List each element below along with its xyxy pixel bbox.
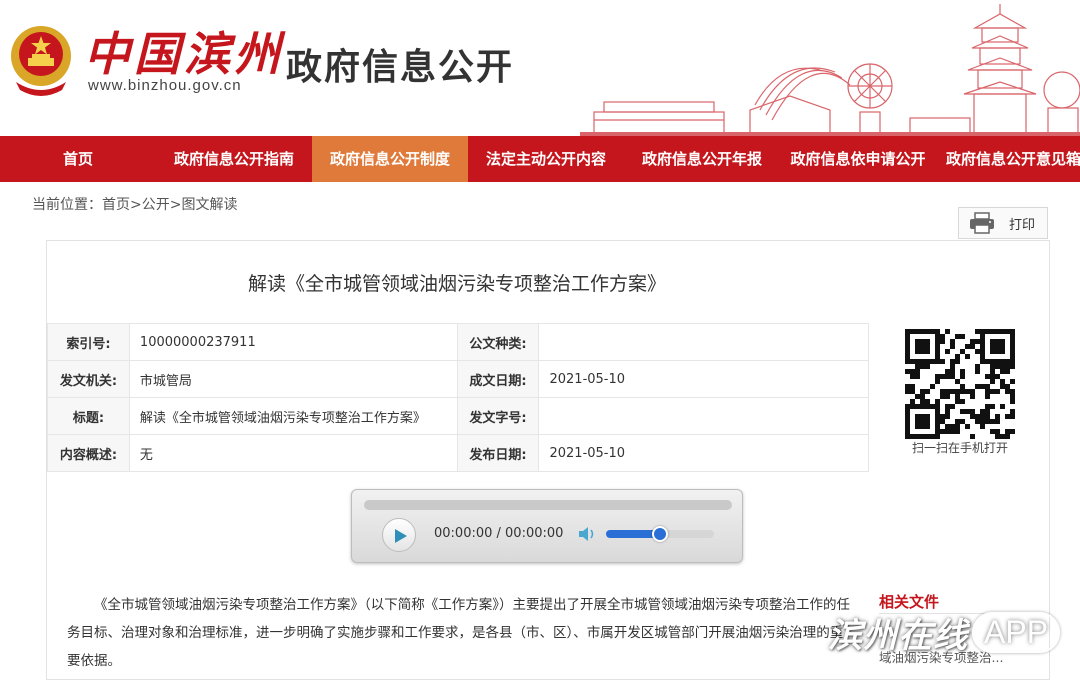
table-row: 标题: 解读《全市城管领域油烟污染专项整治工作方案》 发文字号:: [47, 397, 869, 435]
article-body: 《全市城管领域油烟污染专项整治工作方案》（以下简称《工作方案》）主要提出了开展全…: [67, 597, 850, 669]
meta-key-index: 索引号:: [47, 323, 130, 361]
meta-value-index: 10000000237911: [128, 323, 458, 361]
table-row: 索引号: 10000000237911 公文种类:: [47, 323, 869, 361]
play-icon: [395, 529, 407, 543]
print-button[interactable]: 打印: [958, 207, 1048, 239]
nav-feedback[interactable]: 政府信息公开意见箱: [936, 136, 1080, 182]
table-row: 内容概述: 无 发布日期: 2021-05-10: [47, 434, 869, 472]
volume-knob[interactable]: [652, 526, 668, 542]
breadcrumb-separator: >: [169, 197, 182, 213]
watermark-app: APP: [972, 611, 1061, 653]
watermark-text: 滨州在线: [828, 615, 968, 656]
meta-key-written-date: 成文日期:: [456, 360, 540, 398]
site-logo-text[interactable]: 中国滨州: [84, 18, 284, 84]
breadcrumb-home[interactable]: 首页: [102, 197, 130, 213]
nav-home[interactable]: 首页: [0, 136, 156, 182]
meta-value-publish-date: 2021-05-10: [538, 434, 869, 472]
document-meta-table: 索引号: 10000000237911 公文种类: 发文机关: 市城管局 成文日…: [47, 323, 869, 472]
national-emblem-icon: [11, 26, 71, 96]
nav-statutory-content[interactable]: 法定主动公开内容: [468, 136, 624, 182]
meta-value-doc-type: [538, 323, 869, 361]
audio-player: 00:00:00 / 00:00:00: [351, 489, 743, 563]
breadcrumb: 当前位置：首页>公开>图文解读: [32, 194, 237, 214]
breadcrumb-prefix: 当前位置：: [32, 197, 102, 213]
qr-code-icon: [905, 329, 1015, 439]
meta-key-summary: 内容概述:: [47, 434, 130, 472]
nav-annual-report[interactable]: 政府信息公开年报: [624, 136, 780, 182]
main-nav: 首页 政府信息公开指南 政府信息公开制度 法定主动公开内容 政府信息公开年报 政…: [0, 136, 1080, 182]
qr-caption: 扫一扫在手机打开: [911, 441, 1008, 455]
site-url: www.binzhou.gov.cn: [88, 77, 242, 94]
meta-value-issuer: 市城管局: [128, 360, 458, 398]
table-row: 发文机关: 市城管局 成文日期: 2021-05-10: [47, 360, 869, 398]
nav-application[interactable]: 政府信息依申请公开: [780, 136, 936, 182]
city-skyline-illustration: [580, 4, 1080, 136]
watermark: 滨州在线 APP: [828, 604, 1061, 660]
site-title: 政府信息公开: [286, 47, 515, 88]
nav-guide[interactable]: 政府信息公开指南: [156, 136, 312, 182]
meta-value-title: 解读《全市城管领域油烟污染专项整治工作方案》: [128, 397, 458, 435]
nav-system[interactable]: 政府信息公开制度: [312, 136, 468, 182]
site-header: 中国滨州 www.binzhou.gov.cn 政府信息公开: [0, 0, 1080, 136]
audio-progress-track[interactable]: [364, 500, 732, 510]
meta-key-publish-date: 发布日期:: [456, 434, 540, 472]
meta-value-doc-number: [538, 397, 869, 435]
breadcrumb-current[interactable]: 图文解读: [181, 197, 237, 213]
meta-value-written-date: 2021-05-10: [538, 360, 869, 398]
audio-time: 00:00:00 / 00:00:00: [434, 526, 564, 541]
document-title: 解读《全市城管领域油烟污染专项整治工作方案》: [247, 273, 666, 295]
volume-slider[interactable]: [606, 526, 714, 542]
meta-key-doc-type: 公文种类:: [456, 323, 540, 361]
meta-value-summary: 无: [128, 434, 458, 472]
printer-icon: [970, 212, 994, 234]
print-label: 打印: [1009, 217, 1036, 233]
meta-key-title: 标题:: [47, 397, 130, 435]
play-button[interactable]: [382, 518, 416, 552]
volume-icon[interactable]: [578, 526, 598, 542]
meta-key-doc-number: 发文字号:: [456, 397, 540, 435]
meta-key-issuer: 发文机关:: [47, 360, 130, 398]
breadcrumb-public[interactable]: 公开: [142, 197, 170, 213]
breadcrumb-separator: >: [130, 197, 142, 213]
